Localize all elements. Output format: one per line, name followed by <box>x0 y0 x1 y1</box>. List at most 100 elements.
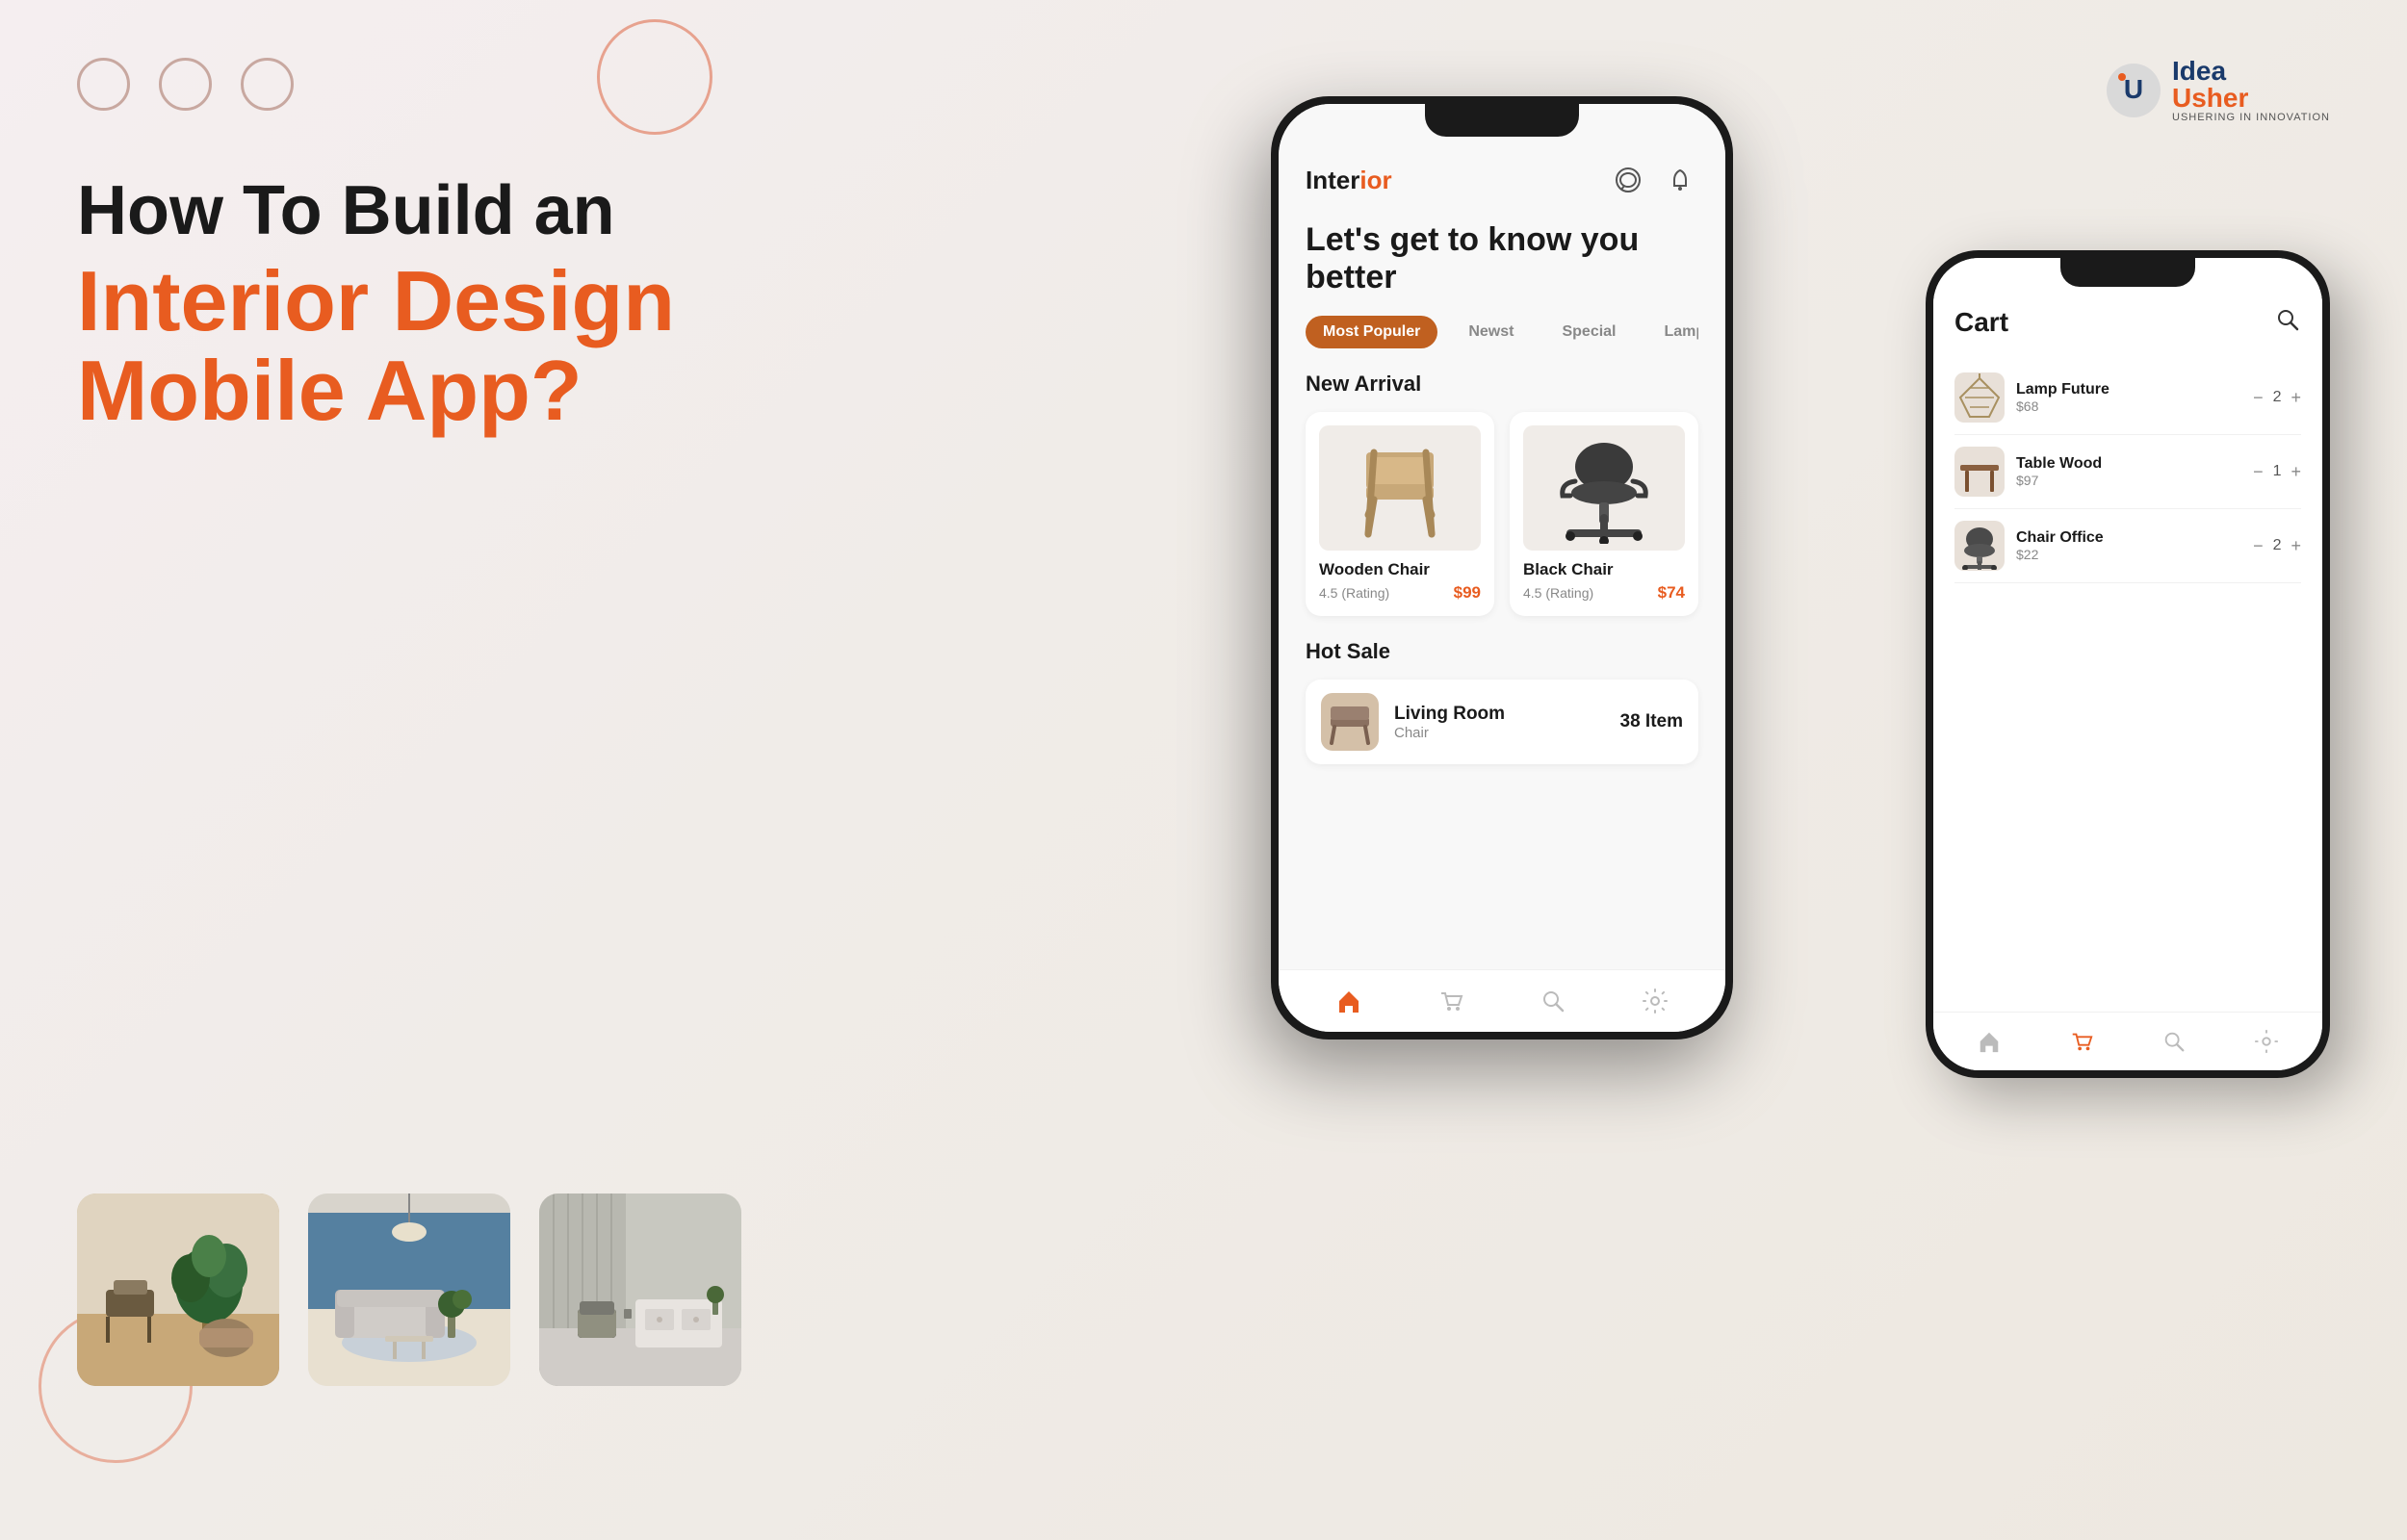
lamp-svg <box>1955 373 2004 422</box>
headline-line2: Interior Design <box>77 257 732 346</box>
wooden-chair-name: Wooden Chair <box>1319 560 1481 579</box>
headline-line3: Mobile App? <box>77 346 732 435</box>
cart-screen: Cart <box>1933 258 2322 1012</box>
photo-card-3 <box>539 1194 741 1386</box>
new-arrival-title: New Arrival <box>1306 372 1698 397</box>
photo-card-2 <box>308 1194 510 1386</box>
cart-item-table-qty: − 1 + <box>2253 462 2301 482</box>
app-logo-highlight: ior <box>1359 166 1391 194</box>
hot-sale-image <box>1321 693 1379 751</box>
cart-item-lamp-qty: − 2 + <box>2253 388 2301 408</box>
left-content: How To Build an Interior Design Mobile A… <box>77 173 732 435</box>
cart-search-icon <box>2274 306 2301 333</box>
deco-circles-top-left <box>77 58 294 111</box>
app-logo: Interior <box>1306 166 1392 195</box>
hot-sale-title: Hot Sale <box>1306 639 1698 664</box>
phone-front: Interior <box>1271 96 1733 1040</box>
wooden-chair-rating: 4.5 (Rating) <box>1319 585 1389 601</box>
phones-container: Interior <box>1271 96 2330 1424</box>
cart-bottom-nav <box>1933 1012 2322 1070</box>
black-chair-svg <box>1551 433 1657 544</box>
photos-row <box>77 1194 741 1386</box>
cart-item-chair-price: $22 <box>2016 547 2241 562</box>
app-greeting: Let's get to know you better <box>1306 221 1698 296</box>
app-header-icons <box>1610 162 1698 198</box>
wooden-chair-svg <box>1347 433 1453 544</box>
cart-nav-cart[interactable] <box>2064 1024 2099 1059</box>
cart-search-icon-button[interactable] <box>2274 306 2301 338</box>
cart-item-lamp-price: $68 <box>2016 398 2241 414</box>
photo-1-svg <box>77 1194 279 1386</box>
cart-item-chair-qty: − 2 + <box>2253 536 2301 556</box>
nav-home[interactable] <box>1332 984 1366 1018</box>
phone-back-screen: Cart <box>1933 258 2322 1070</box>
cart-nav-settings[interactable] <box>2249 1024 2284 1059</box>
chair-qty-value: 2 <box>2273 537 2282 554</box>
app-header: Interior <box>1306 162 1698 198</box>
chat-icon <box>1615 167 1642 193</box>
phone-back: Cart <box>1926 250 2330 1078</box>
cart-item-lamp-img <box>1954 372 2005 423</box>
table-qty-minus[interactable]: − <box>2253 462 2264 482</box>
cart-item-table-info: Table Wood $97 <box>2016 455 2241 488</box>
chair-qty-plus[interactable]: + <box>2291 536 2301 556</box>
table-qty-value: 1 <box>2273 463 2282 480</box>
phone-front-notch <box>1425 104 1579 137</box>
hot-sale-name: Living Room <box>1394 704 1605 725</box>
logo-idea: Idea <box>2172 58 2226 85</box>
cart-item-lamp: Lamp Future $68 − 2 + <box>1954 361 2301 435</box>
table-qty-plus[interactable]: + <box>2291 462 2301 482</box>
product-card-wooden-chair[interactable]: Wooden Chair 4.5 (Rating) $99 <box>1306 412 1494 616</box>
chair-qty-minus[interactable]: − <box>2253 536 2264 556</box>
phone-back-notch <box>2060 258 2195 287</box>
products-row: Wooden Chair 4.5 (Rating) $99 <box>1306 412 1698 616</box>
hot-sale-sub: Chair <box>1394 725 1605 741</box>
black-chair-rating: 4.5 (Rating) <box>1523 585 1593 601</box>
cart-item-chair-office: Chair Office $22 − 2 + <box>1954 509 2301 583</box>
nav-settings[interactable] <box>1638 984 1672 1018</box>
deco-circle-accent-top <box>597 19 712 135</box>
headline-line1: How To Build an <box>77 173 732 249</box>
deco-circle-2 <box>159 58 212 111</box>
bell-icon-button[interactable] <box>1662 162 1698 198</box>
tab-newest[interactable]: Newst <box>1451 316 1531 348</box>
lamp-qty-plus[interactable]: + <box>2291 388 2301 408</box>
photo-card-1 <box>77 1194 279 1386</box>
cart-item-table-name: Table Wood <box>2016 455 2241 473</box>
nav-cart[interactable] <box>1434 984 1468 1018</box>
cart-item-table-img <box>1954 447 2005 497</box>
cart-item-chair-info: Chair Office $22 <box>2016 529 2241 562</box>
chat-icon-button[interactable] <box>1610 162 1646 198</box>
app-bottom-nav <box>1279 969 1725 1032</box>
app-main-screen: Interior <box>1279 104 1725 969</box>
photo-3-svg <box>539 1194 741 1386</box>
product-card-black-chair[interactable]: Black Chair 4.5 (Rating) $74 <box>1510 412 1698 616</box>
bell-icon <box>1667 167 1694 193</box>
black-chair-image <box>1523 425 1685 551</box>
wooden-chair-price: $99 <box>1454 583 1481 603</box>
cart-item-chair-img <box>1954 521 2005 571</box>
app-tabs: Most Populer Newst Special Lamp Sc <box>1306 316 1698 348</box>
black-chair-price: $74 <box>1658 583 1685 603</box>
cart-nav-search[interactable] <box>2157 1024 2191 1059</box>
wooden-chair-image <box>1319 425 1481 551</box>
hot-sale-card[interactable]: Living Room Chair 38 Item <box>1306 680 1698 764</box>
nav-search[interactable] <box>1536 984 1570 1018</box>
lamp-qty-minus[interactable]: − <box>2253 388 2264 408</box>
deco-circle-1 <box>77 58 130 111</box>
table-svg <box>1955 448 2004 496</box>
tab-special[interactable]: Special <box>1544 316 1633 348</box>
tab-lamp[interactable]: Lamp <box>1647 316 1699 348</box>
deco-circle-3 <box>241 58 294 111</box>
cart-item-lamp-info: Lamp Future $68 <box>2016 381 2241 414</box>
cart-nav-home[interactable] <box>1972 1024 2006 1059</box>
hot-sale-count: 38 Item <box>1620 711 1683 732</box>
cart-item-table-price: $97 <box>2016 473 2241 488</box>
cart-item-table: Table Wood $97 − 1 + <box>1954 435 2301 509</box>
cart-item-lamp-name: Lamp Future <box>2016 381 2241 398</box>
hot-sale-chair-svg <box>1321 693 1379 751</box>
phone-front-screen: Interior <box>1279 104 1725 1032</box>
office-chair-svg <box>1955 522 2004 570</box>
black-chair-name: Black Chair <box>1523 560 1685 579</box>
tab-most-populer[interactable]: Most Populer <box>1306 316 1437 348</box>
